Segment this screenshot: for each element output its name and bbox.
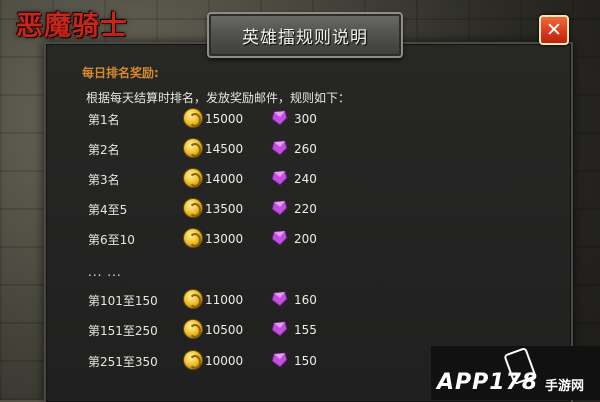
gold-coin-icon bbox=[184, 290, 202, 308]
gold-amount: 14000 bbox=[205, 172, 244, 186]
purple-gem-icon bbox=[271, 352, 288, 368]
purple-gem-icon bbox=[271, 291, 288, 307]
gem-amount: 200 bbox=[294, 232, 317, 246]
rules-intro-text: 根据每天结算时排名，发放奖励邮件，规则如下： bbox=[86, 91, 351, 105]
gold-amount: 10500 bbox=[205, 323, 244, 337]
reward-row: 第6至10 13000 200 bbox=[0, 229, 600, 251]
gem-amount: 220 bbox=[294, 202, 317, 216]
gem-amount: 240 bbox=[294, 172, 317, 186]
purple-gem-icon bbox=[271, 200, 288, 216]
rank-label: 第101至150 bbox=[88, 294, 158, 308]
rank-label: 第4至5 bbox=[88, 203, 128, 217]
gem-amount: 150 bbox=[294, 354, 317, 368]
gold-coin-icon bbox=[184, 199, 202, 217]
rank-label: 第251至350 bbox=[88, 355, 158, 369]
gold-amount: 15000 bbox=[205, 112, 244, 126]
rank-label: 第1名 bbox=[88, 113, 120, 127]
close-button[interactable]: ✕ bbox=[539, 15, 569, 45]
rank-label: 第6至10 bbox=[88, 233, 135, 247]
gold-amount: 11000 bbox=[205, 293, 244, 307]
purple-gem-icon bbox=[271, 170, 288, 186]
reward-row: 第1名 15000 300 bbox=[0, 109, 600, 131]
watermark-brand: APP178 bbox=[437, 370, 539, 395]
game-logo: 恶魔骑士 bbox=[16, 10, 128, 42]
purple-gem-icon bbox=[271, 110, 288, 126]
gold-coin-icon bbox=[184, 351, 202, 369]
rank-label: 第3名 bbox=[88, 173, 120, 187]
gold-coin-icon bbox=[184, 109, 202, 127]
section-title: 每日排名奖励: bbox=[82, 66, 159, 80]
gem-amount: 260 bbox=[294, 142, 317, 156]
purple-gem-icon bbox=[271, 230, 288, 246]
close-icon: ✕ bbox=[546, 18, 562, 41]
gold-coin-icon bbox=[184, 229, 202, 247]
purple-gem-icon bbox=[271, 321, 288, 337]
gold-amount: 13500 bbox=[205, 202, 244, 216]
reward-row: 第2名 14500 260 bbox=[0, 139, 600, 161]
gem-amount: 300 bbox=[294, 112, 317, 126]
gold-amount: 14500 bbox=[205, 142, 244, 156]
rank-label: 第2名 bbox=[88, 143, 120, 157]
gold-amount: 13000 bbox=[205, 232, 244, 246]
reward-row: 第151至250 10500 155 bbox=[0, 320, 600, 342]
gem-amount: 155 bbox=[294, 323, 317, 337]
reward-row: 第3名 14000 240 bbox=[0, 169, 600, 191]
watermark-suffix: 手游网 bbox=[545, 379, 585, 394]
gem-amount: 160 bbox=[294, 293, 317, 307]
dialog-title: 英雄擂规则说明 bbox=[207, 12, 403, 58]
ellipsis-text: ... ... bbox=[88, 265, 122, 279]
reward-row: 第4至5 13500 220 bbox=[0, 199, 600, 221]
gold-coin-icon bbox=[184, 320, 202, 338]
rank-label: 第151至250 bbox=[88, 324, 158, 338]
reward-row: 第101至150 11000 160 bbox=[0, 290, 600, 312]
purple-gem-icon bbox=[271, 140, 288, 156]
gold-amount: 10000 bbox=[205, 354, 244, 368]
gold-coin-icon bbox=[184, 139, 202, 157]
gold-coin-icon bbox=[184, 169, 202, 187]
